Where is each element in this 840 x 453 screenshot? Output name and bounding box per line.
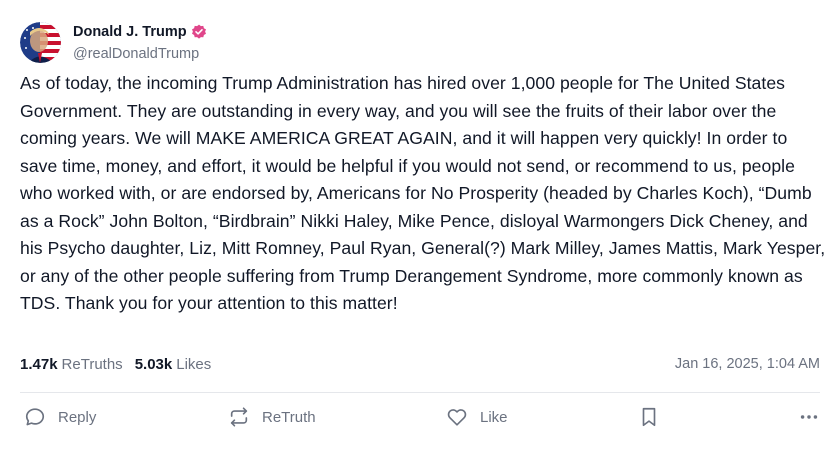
divider (20, 392, 820, 393)
like-button[interactable]: Like (446, 403, 508, 431)
repost-arrows-icon (230, 407, 248, 427)
more-options-button[interactable] (798, 403, 820, 431)
retruth-label: ReTruth (262, 408, 316, 426)
post-text: As of today, the incoming Trump Administ… (20, 73, 826, 313)
display-name[interactable]: Donald J. Trump (73, 24, 187, 40)
handle[interactable]: @realDonaldTrump (73, 44, 207, 64)
likes-label: Likes (176, 355, 212, 373)
retruths-label: ReTruths (61, 355, 123, 373)
reply-label: Reply (58, 408, 97, 426)
ellipsis-icon (800, 415, 818, 419)
post-header: Donald J. Trump @realDonaldTrump (20, 20, 207, 64)
verified-badge-icon (191, 24, 206, 39)
bookmark-button[interactable] (639, 403, 659, 431)
retruths-stat[interactable]: 1.47k ReTruths (20, 356, 123, 373)
like-label: Like (480, 408, 508, 426)
display-name-row: Donald J. Trump (73, 21, 207, 43)
action-bar: Reply ReTruth Like (20, 403, 822, 431)
reply-button[interactable]: Reply (24, 403, 96, 431)
bookmark-icon (642, 407, 656, 427)
post-card: Donald J. Trump @realDonaldTrump As of t… (0, 0, 840, 453)
timestamp[interactable]: Jan 16, 2025, 1:04 AM (675, 356, 820, 372)
retruths-count: 1.47k (20, 355, 58, 373)
post-stats: 1.47k ReTruths 5.03k Likes Jan 16, 2025,… (20, 352, 820, 376)
avatar[interactable] (20, 21, 61, 63)
likes-stat[interactable]: 5.03k Likes (135, 356, 212, 373)
author-names: Donald J. Trump @realDonaldTrump (73, 21, 207, 64)
retruth-button[interactable]: ReTruth (228, 403, 316, 431)
likes-count: 5.03k (134, 355, 173, 373)
speech-bubble-icon (25, 408, 45, 426)
heart-icon (447, 409, 467, 426)
